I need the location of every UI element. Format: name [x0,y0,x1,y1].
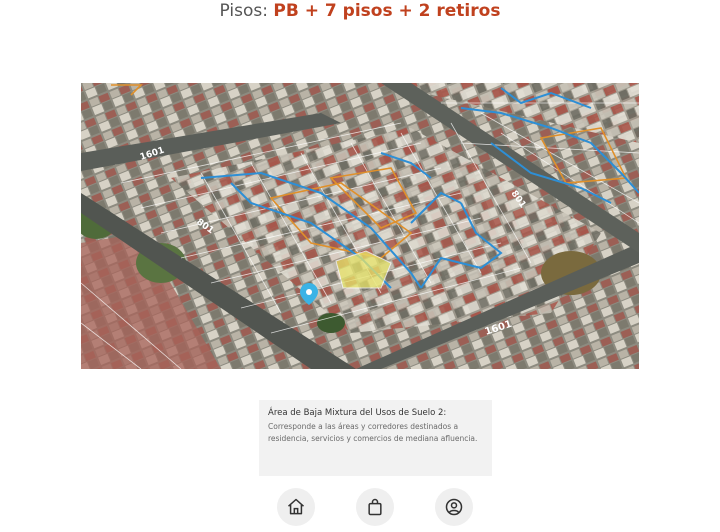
nav-profile-button[interactable] [435,488,473,526]
nav-home-button[interactable] [277,488,315,526]
floors-label: Pisos: [219,1,274,21]
aerial-map[interactable]: 1601 801 801 1601 [81,83,639,369]
floors-summary: Pisos: PB + 7 pisos + 2 retiros [0,0,720,22]
user-circle-icon [445,498,463,516]
nav-shop-button[interactable] [356,488,394,526]
home-icon [288,498,304,515]
aerial-map-image: 1601 801 801 1601 [81,83,639,369]
shopping-bag-icon [368,498,382,516]
info-title: Área de Baja Mixtura del Usos de Suelo 2… [268,408,447,418]
land-use-info-card: Área de Baja Mixtura del Usos de Suelo 2… [259,400,492,476]
floors-value: PB + 7 pisos + 2 retiros [273,1,501,21]
info-description: Corresponde a las áreas y corredores des… [268,422,478,443]
